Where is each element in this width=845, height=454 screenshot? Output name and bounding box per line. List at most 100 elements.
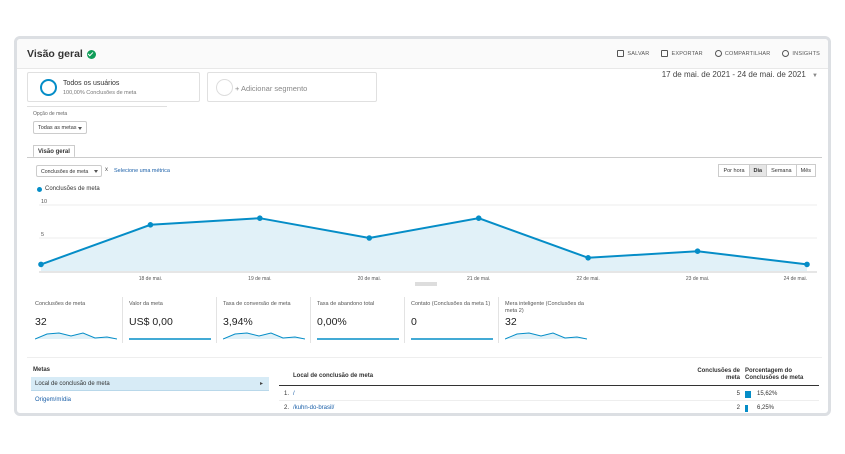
- metric-label: Conclusões de meta: [35, 301, 86, 307]
- data-point[interactable]: [366, 235, 373, 241]
- y-tick-label: 10: [41, 199, 47, 205]
- share-button[interactable]: COMPARTILHAR: [714, 50, 771, 57]
- row-number: 1.: [284, 391, 290, 397]
- goal-option-value: Todas as metas: [38, 125, 77, 131]
- goals-panel-title: Metas: [33, 367, 51, 373]
- date-range-picker[interactable]: 17 de mai. de 2021 - 24 de mai. de 2021 …: [662, 70, 818, 79]
- goals-panel-item-label: Local de conclusão de meta: [35, 381, 110, 387]
- row-number: 2.: [284, 405, 290, 411]
- metric-value: US$ 0,00: [129, 316, 173, 328]
- metric-label: Valor da meta: [129, 301, 163, 307]
- data-point[interactable]: [38, 261, 44, 268]
- legend-label: Conclusões de meta: [45, 186, 100, 192]
- metric-label: Contato (Conclusões da meta 1): [411, 301, 491, 307]
- granularity-toggle: Por hora Dia Semana Mês: [718, 164, 816, 177]
- section-divider: [27, 357, 822, 358]
- analytics-report: Visão geral SALVAR EXPORTAR COMPARTILHAR…: [14, 36, 831, 416]
- insights-icon: [782, 50, 790, 57]
- save-icon: [617, 50, 625, 57]
- row-path-link[interactable]: /kuhn-do-brasil/: [293, 405, 334, 411]
- segment-all-users[interactable]: Todos os usuários 100,00% Conclusões de …: [27, 72, 200, 102]
- metric-value: 32: [35, 316, 47, 328]
- page-title: Visão geral: [27, 48, 96, 60]
- column-header-location[interactable]: Local de conclusão de meta: [293, 373, 373, 379]
- chevron-right-icon: ▸: [259, 381, 263, 387]
- metric-abandon-rate[interactable]: Taxa de abandono total 0,00%: [311, 297, 405, 343]
- data-point[interactable]: [147, 222, 154, 228]
- tab-label: Visão geral: [38, 149, 70, 155]
- metric-value: 32: [505, 316, 517, 328]
- segment-ring-icon: [40, 79, 57, 96]
- sparkline: [317, 338, 399, 340]
- data-point[interactable]: [475, 215, 482, 221]
- goals-panel-item-selected[interactable]: Local de conclusão de meta ▸: [31, 377, 269, 391]
- x-tick-label: 18 de mai.: [139, 276, 162, 282]
- metric-label: Mera inteligente (Conclusões da meta 2): [505, 301, 584, 314]
- metric-goal-completions[interactable]: Conclusões de meta 32: [29, 297, 123, 343]
- x-tick-label: 21 de mai.: [467, 276, 490, 282]
- data-point[interactable]: [257, 215, 263, 221]
- legend-dot-icon: [37, 186, 42, 192]
- sparkline: [223, 332, 305, 340]
- metric-value: 0: [411, 316, 417, 328]
- row-path-link[interactable]: /: [293, 391, 295, 397]
- chevron-down-icon: [78, 127, 82, 130]
- chevron-down-icon: ▼: [812, 73, 818, 79]
- metric-smart-goal[interactable]: Mera inteligente (Conclusões da meta 2) …: [499, 297, 593, 343]
- y-tick-label: 5: [41, 232, 44, 238]
- granularity-day-button[interactable]: Dia: [748, 164, 768, 177]
- metric-versus: x: [105, 167, 108, 173]
- add-segment-label: + Adicionar segmento: [235, 84, 308, 93]
- granularity-month-button[interactable]: Mês: [795, 164, 816, 177]
- x-tick-label: 20 de mai.: [358, 276, 381, 282]
- data-point[interactable]: [585, 255, 591, 261]
- chart-legend: Conclusões de meta: [37, 186, 100, 192]
- x-tick-label: 19 de mai.: [248, 276, 271, 282]
- tab-divider: [27, 157, 822, 158]
- granularity-week-button[interactable]: Semana: [766, 164, 797, 177]
- data-point[interactable]: [694, 248, 701, 254]
- date-range-text: 17 de mai. de 2021 - 24 de mai. de 2021: [661, 70, 806, 79]
- sparkline: [411, 338, 493, 340]
- goal-option-label: Opção de meta: [33, 111, 68, 117]
- chart-area: [41, 218, 807, 271]
- row-count: 2: [736, 405, 740, 411]
- row-count: 5: [736, 391, 740, 397]
- row-percentage-bar: [745, 405, 748, 412]
- goal-option-select[interactable]: Todas as metas: [33, 121, 87, 134]
- metric-select[interactable]: Conclusões de meta: [36, 165, 102, 177]
- metric-conversion-rate[interactable]: Taxa de conversão de meta 3,94%: [217, 297, 311, 343]
- verified-icon: [86, 49, 96, 59]
- metric-goal-value[interactable]: Valor da meta US$ 0,00: [123, 297, 217, 343]
- table-row: 2. /kuhn-do-brasil/ 2 6,25%: [279, 402, 819, 413]
- share-label: COMPARTILHAR: [724, 50, 771, 57]
- row-percentage: 6,25%: [757, 405, 775, 411]
- segment-subtitle: 100,00% Conclusões de meta: [63, 90, 137, 96]
- segment-name: Todos os usuários: [63, 80, 120, 87]
- save-button[interactable]: SALVAR: [617, 50, 649, 57]
- insights-button[interactable]: INSIGHTS: [782, 50, 820, 57]
- chart-resize-handle[interactable]: [415, 282, 437, 286]
- add-segment-button[interactable]: + Adicionar segmento: [207, 72, 377, 102]
- metric-contact-goal[interactable]: Contato (Conclusões da meta 1) 0: [405, 297, 499, 343]
- column-header-percentage[interactable]: Porcentagem do Conclusões de meta: [745, 368, 817, 382]
- metric-select-value: Conclusões de meta: [41, 169, 89, 175]
- report-header: Visão geral SALVAR EXPORTAR COMPARTILHAR…: [17, 39, 828, 69]
- metrics-row: Conclusões de meta 32 Valor da meta US$ …: [29, 297, 593, 343]
- header-actions: SALVAR EXPORTAR COMPARTILHAR INSIGHTS: [617, 50, 820, 57]
- metric-value: 0,00%: [317, 316, 347, 328]
- table-header: Local de conclusão de meta Conclusões de…: [279, 366, 819, 386]
- title-text: Visão geral: [27, 48, 83, 60]
- goals-panel-item-source-medium[interactable]: Origem/mídia: [35, 397, 71, 403]
- row-percentage-bar: [745, 391, 751, 398]
- insights-label: INSIGHTS: [792, 50, 820, 57]
- metric-label: Taxa de abandono total: [317, 301, 375, 307]
- granularity-hour-button[interactable]: Por hora: [718, 164, 750, 177]
- column-header-completions[interactable]: Conclusões de meta: [684, 368, 740, 382]
- x-tick-label: 23 de mai.: [686, 276, 709, 282]
- sparkline: [35, 332, 117, 340]
- select-metric-link[interactable]: Selecione uma métrica: [114, 168, 170, 174]
- data-point[interactable]: [804, 261, 810, 268]
- export-button[interactable]: EXPORTAR: [661, 50, 703, 57]
- goal-completions-chart: 10 5 18 de mai. 19 de mai. 20 de mai. 21 de …: [38, 199, 817, 286]
